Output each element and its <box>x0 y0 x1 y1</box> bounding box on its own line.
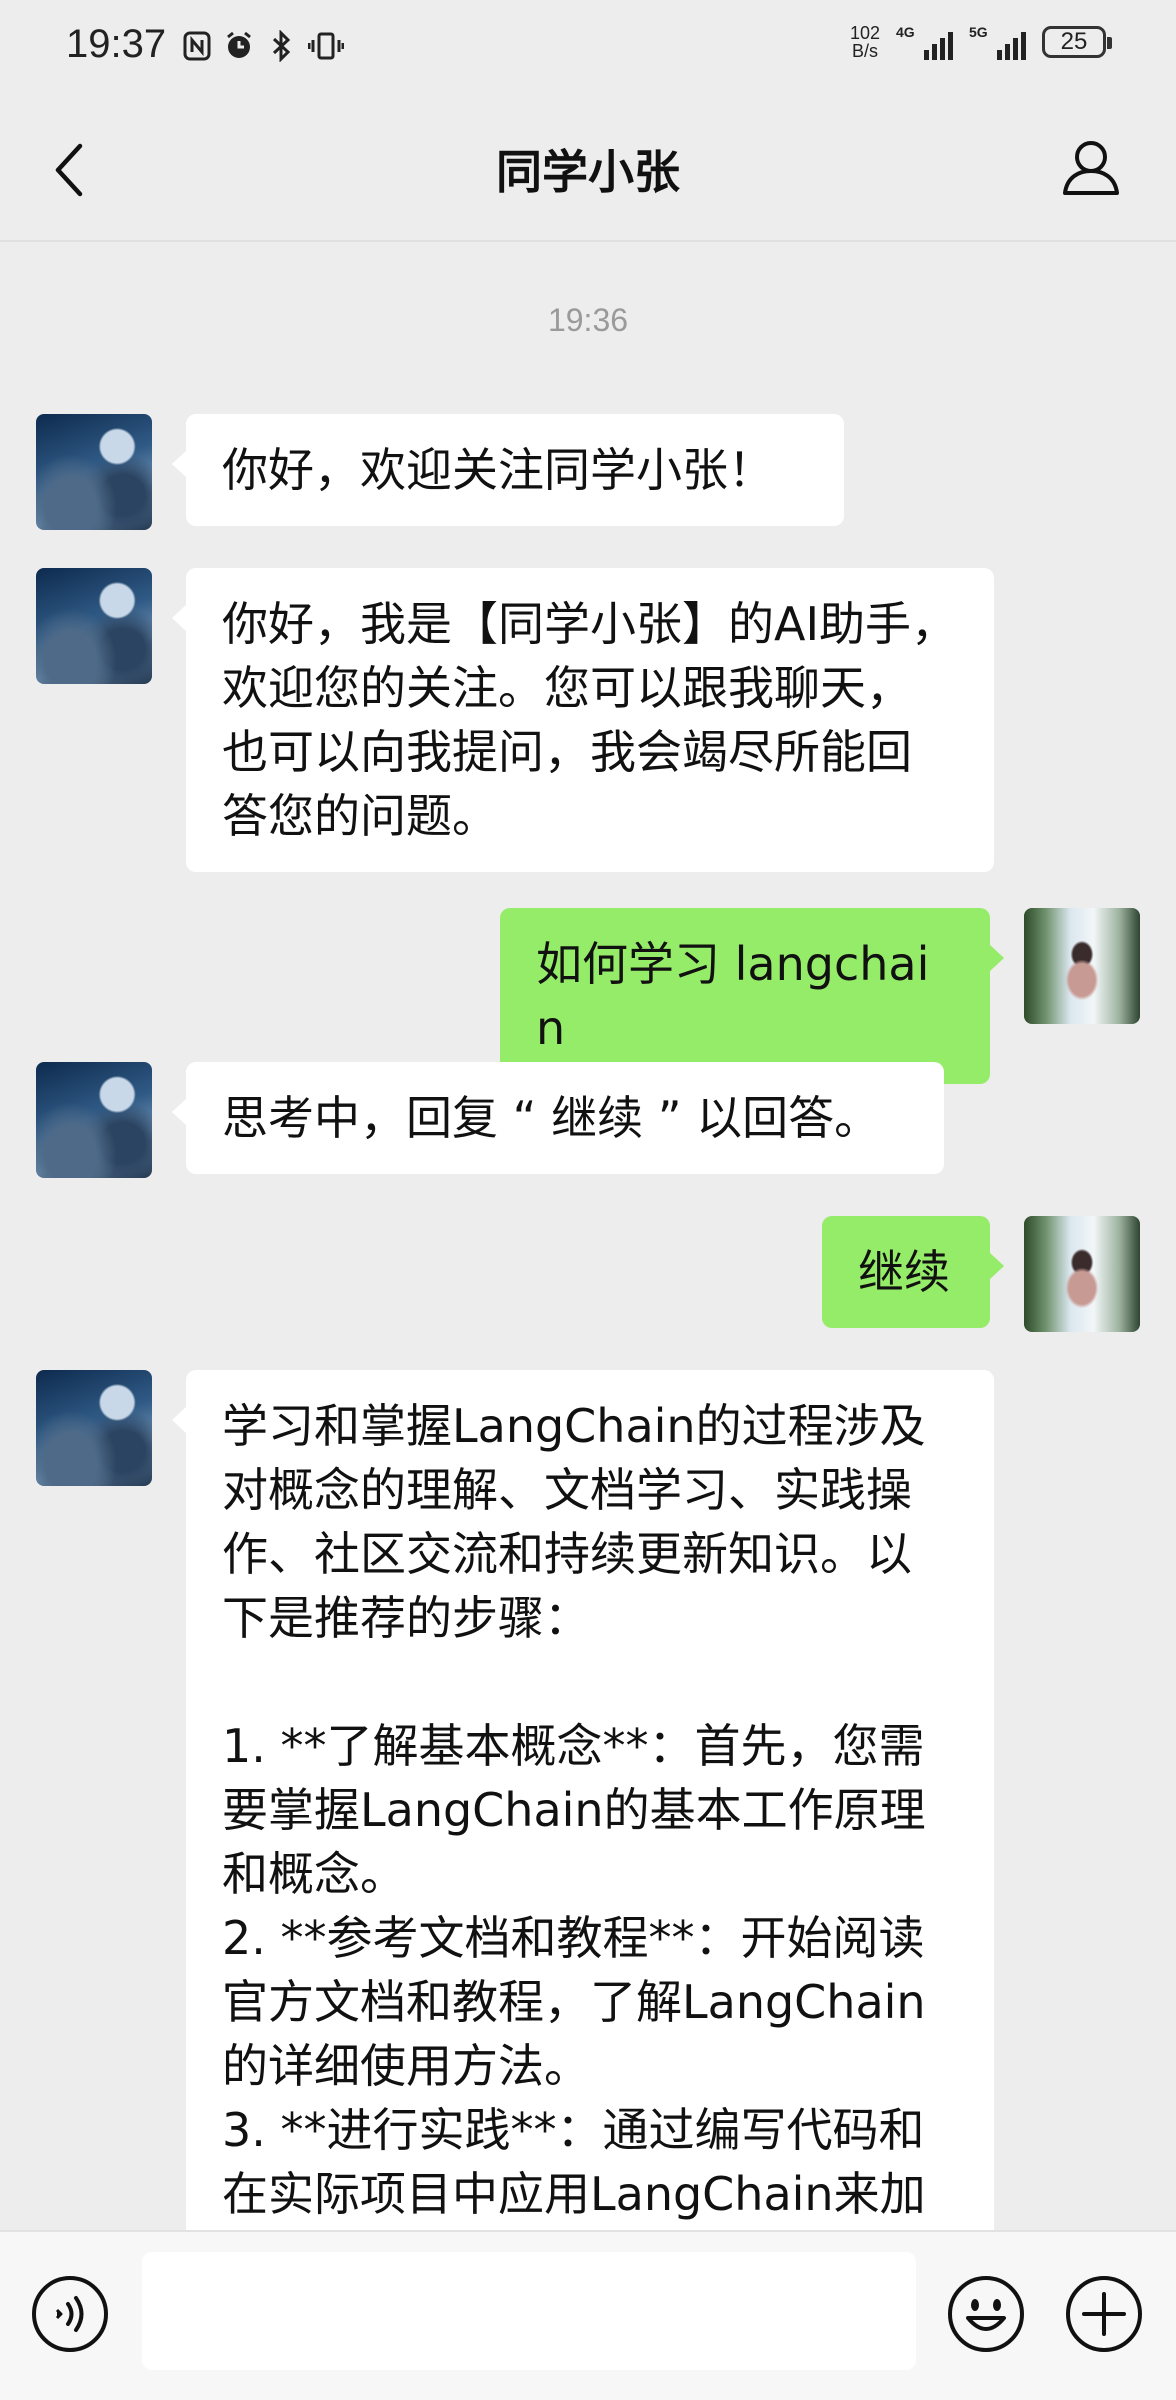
alarm-icon <box>227 31 251 58</box>
emoji-button[interactable] <box>946 2274 1026 2354</box>
message-input[interactable] <box>142 2252 916 2370</box>
message-text: 如何学习 langchain <box>536 937 930 1055</box>
chat-header: 同学小张 <box>0 100 1176 242</box>
message-bubble[interactable]: 你好，我是【同学小张】的AI助手， 欢迎您的关注。您可以跟我聊天， 也可以向我提… <box>172 568 994 872</box>
emoji-icon <box>948 2276 1024 2352</box>
message-bubble[interactable]: 思考中，回复 “ 继续 ” 以回答。 <box>172 1062 944 1174</box>
message-bubble[interactable]: 学习和掌握LangChain的过程涉及 对概念的理解、文档学习、实践操 作、社区… <box>172 1370 994 2232</box>
status-time: 19:37 <box>66 22 167 66</box>
message-bubble[interactable]: 你好，欢迎关注同学小张！ <box>172 414 844 526</box>
network-speed: 102 B/s <box>850 24 880 60</box>
chat-screen: 19:37 102 B/s 4G 5G 25 同学小张 19:36 你好，欢迎关… <box>0 0 1176 2400</box>
voice-icon <box>32 2276 108 2352</box>
message-text: 思考中，回复 “ 继续 ” 以回答。 <box>222 1091 881 1145</box>
nfc-icon <box>183 31 211 61</box>
status-left-icons <box>182 30 344 62</box>
message-text: 学习和掌握LangChain的过程涉及 对概念的理解、文档学习、实践操 作、社区… <box>222 1399 926 2221</box>
user-avatar[interactable] <box>1024 1216 1140 1332</box>
message-timestamp: 19:36 <box>547 302 629 338</box>
battery-icon: 25 <box>1042 26 1112 58</box>
signal-5g-label: 5G <box>969 24 988 40</box>
status-right: 102 B/s 4G 5G 25 <box>850 24 1112 60</box>
bot-avatar[interactable] <box>36 414 152 530</box>
signal-4g-icon: 4G <box>896 24 953 60</box>
bluetooth-icon <box>272 30 291 62</box>
profile-button[interactable] <box>1056 132 1126 202</box>
voice-button[interactable] <box>30 2274 110 2354</box>
bot-avatar[interactable] <box>36 1062 152 1178</box>
message-bubble[interactable]: 继续 <box>822 1216 1004 1328</box>
network-speed-value: 102 <box>849 23 880 43</box>
message-text: 你好，我是【同学小张】的AI助手， 欢迎您的关注。您可以跟我聊天， 也可以向我提… <box>222 597 958 843</box>
input-bar <box>0 2230 1176 2400</box>
signal-4g-label: 4G <box>896 24 915 40</box>
message-text: 你好，欢迎关注同学小张！ <box>222 443 774 497</box>
vibrate-icon <box>308 32 344 60</box>
message-list[interactable]: 19:36 你好，欢迎关注同学小张！ 你好，我是【同学小张】的AI助手， 欢迎您… <box>0 242 1176 2232</box>
chat-title: 同学小张 <box>496 145 680 199</box>
plus-icon <box>1066 2276 1142 2352</box>
user-avatar[interactable] <box>1024 908 1140 1024</box>
battery-level: 25 <box>1060 28 1088 55</box>
message-text: 继续 <box>858 1245 950 1299</box>
status-bar: 19:37 102 B/s 4G 5G 25 <box>0 0 1176 100</box>
more-button[interactable] <box>1064 2274 1144 2354</box>
person-icon <box>1063 141 1119 195</box>
bot-avatar[interactable] <box>36 1370 152 1486</box>
network-speed-unit: B/s <box>851 41 878 61</box>
signal-5g-icon: 5G <box>969 24 1026 60</box>
bot-avatar[interactable] <box>36 568 152 684</box>
message-bubble[interactable]: 如何学习 langchain <box>500 908 1004 1084</box>
